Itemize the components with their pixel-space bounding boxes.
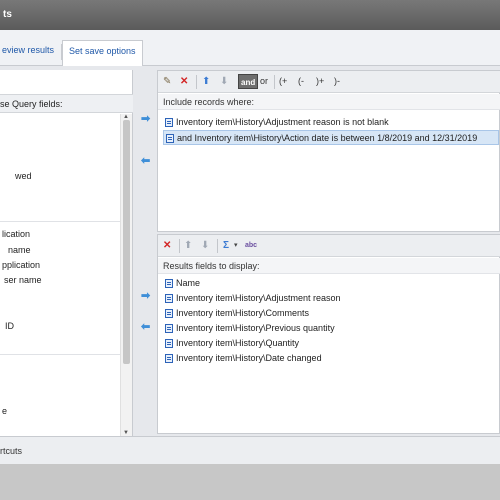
and-button[interactable]: and: [238, 74, 259, 89]
results-label: Results fields to display:: [158, 258, 500, 274]
toolbar-separator: [217, 239, 218, 253]
filter-row[interactable]: Inventory item\History\Adjustment reason…: [163, 115, 499, 130]
scrollbar-thumb[interactable]: [123, 120, 130, 364]
add-filter-arrow-icon[interactable]: ➡: [141, 112, 150, 125]
field-icon: [165, 324, 173, 333]
field-item[interactable]: e: [2, 406, 7, 416]
edit-filter-icon[interactable]: ✎: [163, 74, 171, 89]
field-item[interactable]: name: [8, 245, 31, 255]
add-result-arrow-icon[interactable]: ➡: [141, 289, 150, 302]
remove-result-arrow-icon[interactable]: ⬅: [141, 320, 150, 333]
result-text: Inventory item\History\Comments: [176, 308, 310, 318]
result-row[interactable]: Inventory item\History\Date changed: [163, 351, 499, 366]
delete-icon[interactable]: ✕: [180, 74, 188, 89]
move-up-icon[interactable]: ⬆: [184, 238, 192, 253]
toolbar-separator: [274, 75, 275, 89]
result-text: Name: [176, 278, 201, 288]
result-row[interactable]: Inventory item\History\Comments: [163, 306, 499, 321]
results-toolbar: ✕ ⬆ ⬇ Σ ▾ abc: [158, 235, 500, 257]
result-row[interactable]: Inventory item\History\Quantity: [163, 336, 499, 351]
chevron-down-icon[interactable]: ▾: [234, 238, 238, 253]
divider: [0, 354, 120, 355]
field-item[interactable]: ser name: [4, 275, 42, 285]
query-fields-header: se Query fields:: [0, 94, 133, 113]
field-item[interactable]: pplication: [2, 260, 40, 270]
field-icon: [165, 354, 173, 363]
divider: [0, 221, 120, 222]
left-scrollbar[interactable]: ▲ ▼: [120, 114, 132, 436]
tab-preview-results[interactable]: eview results: [0, 40, 60, 66]
footer: [0, 464, 500, 500]
or-button[interactable]: or: [260, 74, 268, 89]
rename-column-button[interactable]: abc: [245, 238, 257, 253]
field-item[interactable]: wed: [15, 171, 32, 181]
remove-close-paren-button[interactable]: )-: [334, 74, 340, 89]
result-text: Inventory item\History\Quantity: [176, 338, 300, 348]
remove-open-paren-button[interactable]: (-: [298, 74, 304, 89]
bottom-bar: rtcuts: [0, 436, 500, 464]
tab-bar: eview results Set save options: [0, 30, 500, 66]
result-text: Inventory item\History\Date changed: [176, 353, 322, 363]
query-fields-panel: se Query fields: wed lication name pplic…: [0, 70, 133, 436]
field-icon: [165, 279, 173, 288]
move-down-icon[interactable]: ⬇: [220, 74, 228, 89]
results-panel: ✕ ⬆ ⬇ Σ ▾ abc Results fields to display:…: [157, 234, 500, 434]
summarize-button[interactable]: Σ: [223, 238, 229, 253]
filter-toolbar: ✎ ✕ ⬆ ⬇ and or (+ (- )+ )-: [158, 71, 500, 93]
filter-row[interactable]: and Inventory item\History\Action date i…: [163, 130, 499, 145]
add-close-paren-button[interactable]: )+: [316, 74, 324, 89]
result-row[interactable]: Inventory item\History\Previous quantity: [163, 321, 499, 336]
field-icon: [165, 294, 173, 303]
delete-icon[interactable]: ✕: [163, 238, 171, 253]
filter-text: and Inventory item\History\Action date i…: [177, 133, 478, 143]
result-row[interactable]: Name: [163, 276, 499, 291]
field-icon: [165, 309, 173, 318]
result-text: Inventory item\History\Previous quantity: [176, 323, 335, 333]
window-title: ts: [0, 0, 500, 30]
field-item[interactable]: lication: [2, 229, 30, 239]
toolbar-separator: [196, 75, 197, 89]
add-open-paren-button[interactable]: (+: [279, 74, 287, 89]
shortcuts-link[interactable]: rtcuts: [0, 446, 22, 456]
field-icon: [166, 134, 174, 143]
move-down-icon[interactable]: ⬇: [201, 238, 209, 253]
result-row[interactable]: Inventory item\History\Adjustment reason: [163, 291, 499, 306]
filter-panel: ✎ ✕ ⬆ ⬇ and or (+ (- )+ )- Include recor…: [157, 70, 500, 232]
query-designer: se Query fields: wed lication name pplic…: [0, 66, 500, 436]
result-text: Inventory item\History\Adjustment reason: [176, 293, 341, 303]
field-icon: [165, 339, 173, 348]
toolbar-separator: [179, 239, 180, 253]
field-item[interactable]: ID: [5, 321, 14, 331]
tab-set-save-options[interactable]: Set save options: [62, 40, 143, 66]
filter-label: Include records where:: [158, 94, 500, 110]
move-up-icon[interactable]: ⬆: [202, 74, 210, 89]
filter-text: Inventory item\History\Adjustment reason…: [176, 117, 389, 127]
field-icon: [165, 118, 173, 127]
remove-filter-arrow-icon[interactable]: ⬅: [141, 154, 150, 167]
